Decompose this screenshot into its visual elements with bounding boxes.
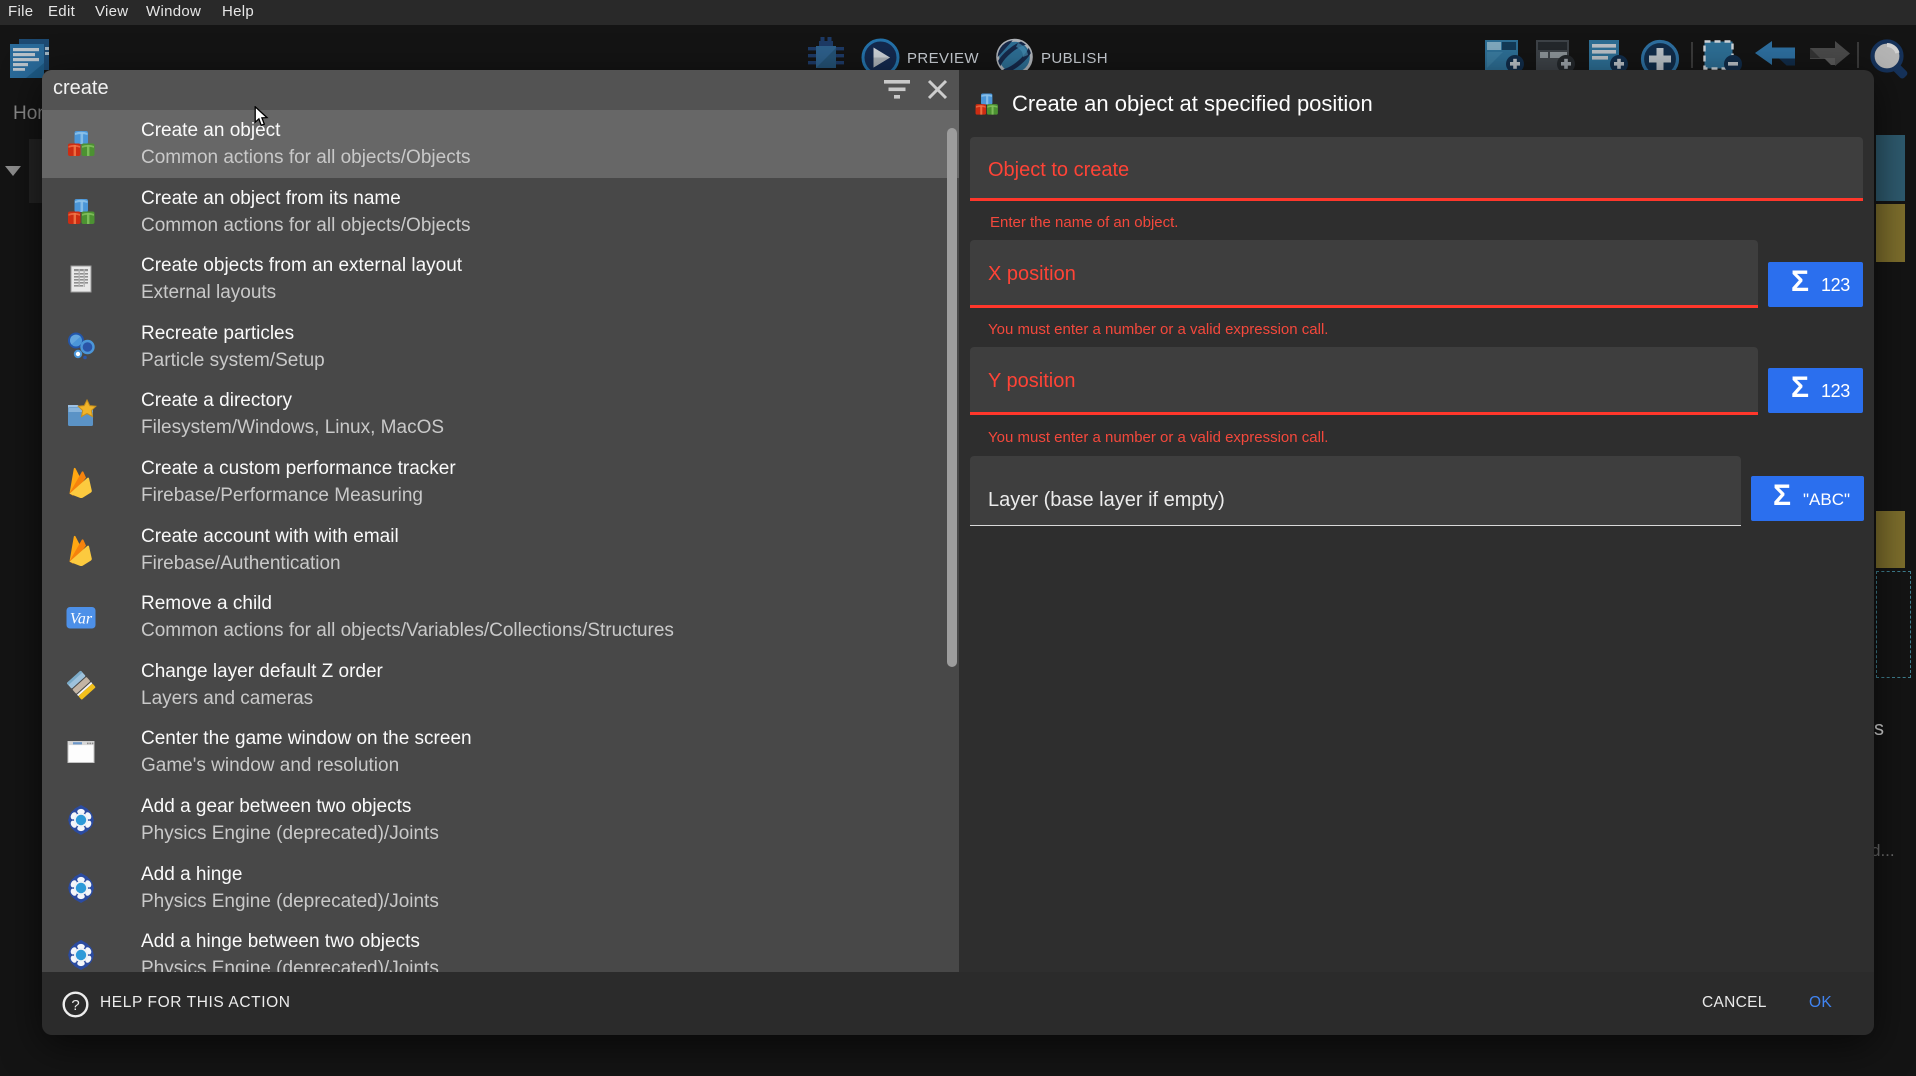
svg-text:?: ? [71,997,79,1014]
svg-text:Var: Var [70,611,93,628]
